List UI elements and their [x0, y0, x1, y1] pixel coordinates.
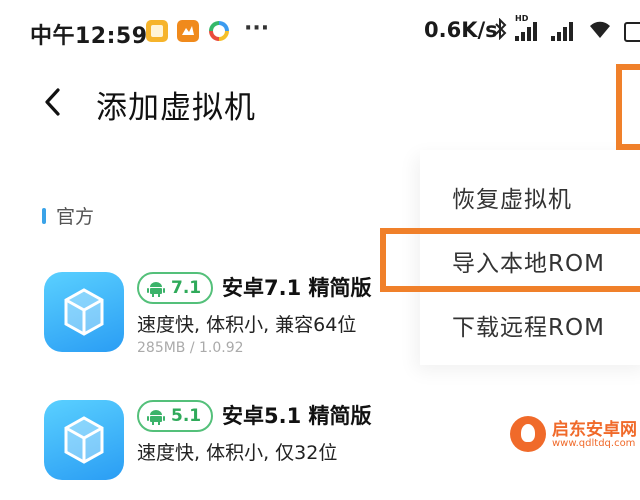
version-badge: 7.1: [137, 272, 214, 304]
list-item-android-5-1[interactable]: 5.1 安卓5.1 精简版 速度快, 体积小, 仅32位: [0, 390, 420, 500]
more-notifications-icon: ···: [244, 16, 270, 41]
section-title: 官方: [56, 206, 95, 228]
battery-icon: [624, 22, 640, 42]
watermark: 启东安卓网 www.qdltdq.com: [510, 414, 640, 459]
page-title: 添加虚拟机: [96, 90, 256, 126]
highlight-frame-menu-button: [616, 64, 640, 150]
item-size-version: 285MB / 1.0.92: [137, 340, 244, 356]
version-badge: 5.1: [137, 400, 214, 432]
menu-item-restore-vm[interactable]: 恢复虚拟机: [452, 180, 572, 214]
wifi-icon: [588, 18, 612, 42]
version-number: 7.1: [171, 278, 202, 298]
section-marker: [42, 208, 46, 224]
item-title: 安卓7.1 精简版: [222, 276, 372, 300]
item-description: 速度快, 体积小, 兼容64位: [137, 314, 357, 336]
menu-item-download-remote-rom[interactable]: 下载远程ROM: [452, 308, 605, 342]
version-number: 5.1: [171, 406, 202, 426]
vm-app-icon: [44, 400, 124, 480]
signal-strength-icon-2: [551, 21, 577, 41]
highlight-frame-import-rom: [380, 228, 640, 292]
item-description: 速度快, 体积小, 仅32位: [137, 442, 338, 464]
status-time: 中午12:59: [30, 24, 148, 49]
status-bar: 中午12:59 ··· 0.6K/s HD: [0, 0, 640, 64]
ring-app-icon: [209, 21, 229, 41]
bluetooth-icon: [494, 17, 508, 45]
list-item-android-7-1[interactable]: 7.1 安卓7.1 精简版 速度快, 体积小, 兼容64位 285MB / 1.…: [0, 262, 420, 372]
network-speed: 0.6K/s: [424, 18, 498, 42]
back-arrow-icon[interactable]: [40, 86, 68, 118]
android-icon: [147, 282, 165, 297]
android-icon: [147, 410, 165, 425]
watermark-url: www.qdltdq.com: [552, 438, 636, 449]
notes-app-icon: [146, 20, 168, 42]
app-notification-icon: [177, 20, 199, 42]
vm-app-icon: [44, 272, 124, 352]
watermark-logo-icon: [510, 416, 546, 452]
signal-strength-icon: [515, 21, 541, 41]
item-title: 安卓5.1 精简版: [222, 404, 372, 428]
watermark-text: 启东安卓网: [552, 420, 637, 440]
